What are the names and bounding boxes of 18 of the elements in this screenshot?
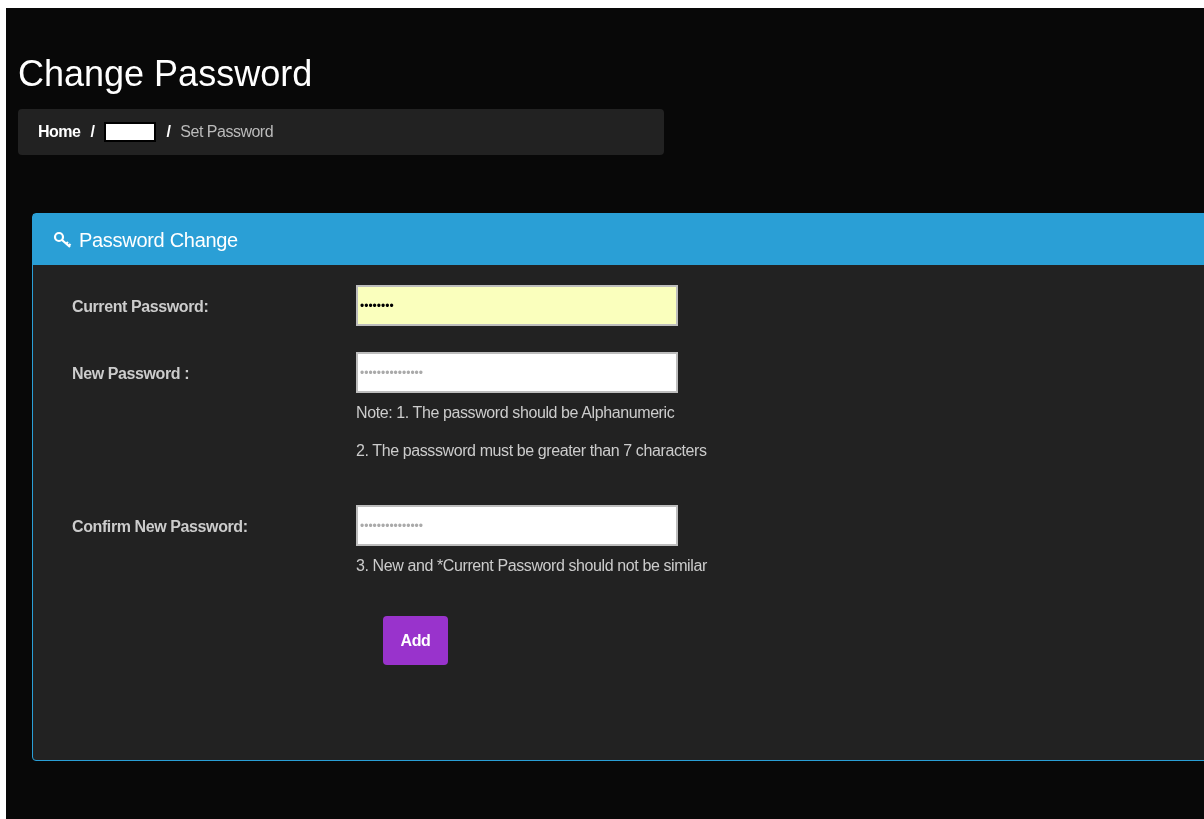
- redaction-block: [104, 122, 157, 142]
- breadcrumb-separator: /: [166, 122, 171, 142]
- field-label: New Password :: [72, 365, 190, 382]
- page-title: Change Password: [18, 52, 314, 96]
- password-note: 3. New and *Current Password should not be similar: [356, 556, 707, 576]
- field-label: Current Password:: [72, 298, 209, 315]
- password-note: 2. The passsword must be greater than 7 characters: [356, 441, 707, 461]
- password-field[interactable]: •••••••••••••••: [356, 352, 678, 393]
- password-note: Note: 1. The password should be Alphanumeric: [356, 403, 676, 423]
- password-field[interactable]: ••••••••: [356, 285, 678, 326]
- home-link[interactable]: Home: [38, 120, 81, 144]
- field-label: Confirm New Password:: [72, 518, 248, 535]
- breadcrumb-current: Set Password: [180, 122, 274, 142]
- panel-title: Password Change: [79, 227, 238, 253]
- key-icon: [53, 230, 73, 249]
- password-field[interactable]: •••••••••••••••: [356, 505, 678, 546]
- breadcrumb-separator: /: [90, 122, 95, 142]
- add-button[interactable]: Add: [383, 616, 448, 665]
